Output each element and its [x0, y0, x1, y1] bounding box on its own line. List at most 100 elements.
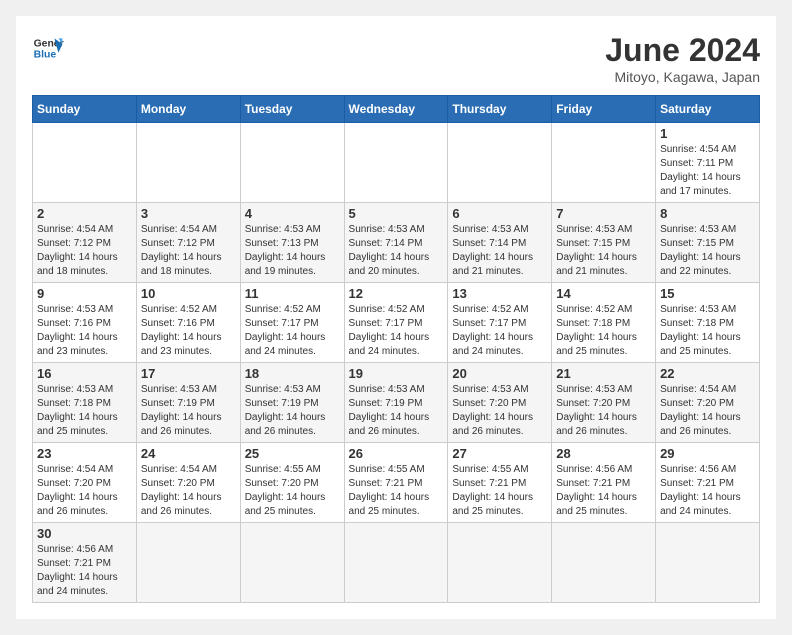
day-info: Sunrise: 4:54 AM Sunset: 7:20 PM Dayligh… [660, 383, 755, 439]
day-number: 7 [556, 206, 651, 221]
calendar-cell: 8 Sunrise: 4:53 AM Sunset: 7:15 PM Daylig… [656, 203, 760, 283]
calendar-cell: 11 Sunrise: 4:52 AM Sunset: 7:17 PM Dayli… [240, 283, 344, 363]
day-info: Sunrise: 4:56 AM Sunset: 7:21 PM Dayligh… [556, 463, 651, 519]
day-info: Sunrise: 4:55 AM Sunset: 7:20 PM Dayligh… [245, 463, 340, 519]
calendar-cell [136, 523, 240, 603]
day-number: 14 [556, 286, 651, 301]
calendar-cell: 17Sunrise: 4:53 AM Sunset: 7:19 PM Dayli… [136, 363, 240, 443]
day-info: Sunrise: 4:53 AM Sunset: 7:14 PM Dayligh… [452, 223, 547, 279]
day-number: 12 [349, 286, 444, 301]
day-number: 20 [452, 366, 547, 381]
day-number: 25 [245, 446, 340, 461]
day-info: Sunrise: 4:53 AM Sunset: 7:15 PM Dayligh… [556, 223, 651, 279]
day-number: 30 [37, 526, 132, 541]
calendar-cell [33, 123, 137, 203]
calendar-cell: 23 Sunrise: 4:54 AM Sunset: 7:20 PM Dayli… [33, 443, 137, 523]
day-number: 17 [141, 366, 236, 381]
calendar-cell [552, 123, 656, 203]
calendar-header-sunday: Sunday [33, 96, 137, 123]
day-number: 23 [37, 446, 132, 461]
calendar-header-tuesday: Tuesday [240, 96, 344, 123]
calendar-cell [344, 123, 448, 203]
calendar-cell [240, 523, 344, 603]
calendar-cell: 1 Sunrise: 4:54 AM Sunset: 7:11 PM Daylig… [656, 123, 760, 203]
day-number: 8 [660, 206, 755, 221]
day-info: Sunrise: 4:54 AM Sunset: 7:20 PM Dayligh… [37, 463, 132, 519]
day-number: 19 [349, 366, 444, 381]
day-number: 13 [452, 286, 547, 301]
day-info: Sunrise: 4:53 AM Sunset: 7:20 PM Dayligh… [556, 383, 651, 439]
day-number: 21 [556, 366, 651, 381]
calendar-cell [448, 523, 552, 603]
day-info: Sunrise: 4:55 AM Sunset: 7:21 PM Dayligh… [452, 463, 547, 519]
day-number: 1 [660, 126, 755, 141]
calendar-cell: 10Sunrise: 4:52 AM Sunset: 7:16 PM Dayli… [136, 283, 240, 363]
calendar-cell: 30 Sunrise: 4:56 AM Sunset: 7:21 PM Dayli… [33, 523, 137, 603]
calendar-cell [552, 523, 656, 603]
day-info: Sunrise: 4:53 AM Sunset: 7:13 PM Dayligh… [245, 223, 340, 279]
day-info: Sunrise: 4:54 AM Sunset: 7:20 PM Dayligh… [141, 463, 236, 519]
day-info: Sunrise: 4:53 AM Sunset: 7:18 PM Dayligh… [660, 303, 755, 359]
calendar-cell [448, 123, 552, 203]
location: Mitoyo, Kagawa, Japan [605, 69, 760, 85]
day-number: 11 [245, 286, 340, 301]
calendar-cell: 12 Sunrise: 4:52 AM Sunset: 7:17 PM Dayli… [344, 283, 448, 363]
logo-icon: General Blue [32, 32, 64, 64]
svg-text:Blue: Blue [34, 50, 57, 61]
calendar-header-row: SundayMondayTuesdayWednesdayThursdayFrid… [33, 96, 760, 123]
calendar-cell: 3Sunrise: 4:54 AM Sunset: 7:12 PM Daylig… [136, 203, 240, 283]
day-info: Sunrise: 4:53 AM Sunset: 7:19 PM Dayligh… [245, 383, 340, 439]
day-number: 28 [556, 446, 651, 461]
calendar-cell: 25 Sunrise: 4:55 AM Sunset: 7:20 PM Dayli… [240, 443, 344, 523]
header: General Blue June 2024 Mitoyo, Kagawa, J… [32, 32, 760, 85]
day-number: 29 [660, 446, 755, 461]
day-info: Sunrise: 4:52 AM Sunset: 7:17 PM Dayligh… [349, 303, 444, 359]
day-info: Sunrise: 4:56 AM Sunset: 7:21 PM Dayligh… [37, 543, 132, 599]
title-block: June 2024 Mitoyo, Kagawa, Japan [605, 32, 760, 85]
calendar-header-thursday: Thursday [448, 96, 552, 123]
calendar-cell: 2 Sunrise: 4:54 AM Sunset: 7:12 PM Daylig… [33, 203, 137, 283]
calendar-cell [240, 123, 344, 203]
day-number: 6 [452, 206, 547, 221]
day-info: Sunrise: 4:53 AM Sunset: 7:15 PM Dayligh… [660, 223, 755, 279]
day-info: Sunrise: 4:56 AM Sunset: 7:21 PM Dayligh… [660, 463, 755, 519]
day-number: 15 [660, 286, 755, 301]
calendar-header-monday: Monday [136, 96, 240, 123]
day-number: 10 [141, 286, 236, 301]
day-info: Sunrise: 4:52 AM Sunset: 7:17 PM Dayligh… [245, 303, 340, 359]
calendar-cell: 28 Sunrise: 4:56 AM Sunset: 7:21 PM Dayli… [552, 443, 656, 523]
day-info: Sunrise: 4:53 AM Sunset: 7:19 PM Dayligh… [349, 383, 444, 439]
calendar-cell: 20Sunrise: 4:53 AM Sunset: 7:20 PM Dayli… [448, 363, 552, 443]
day-number: 4 [245, 206, 340, 221]
calendar-cell: 7 Sunrise: 4:53 AM Sunset: 7:15 PM Daylig… [552, 203, 656, 283]
day-info: Sunrise: 4:53 AM Sunset: 7:14 PM Dayligh… [349, 223, 444, 279]
calendar-cell: 22 Sunrise: 4:54 AM Sunset: 7:20 PM Dayli… [656, 363, 760, 443]
calendar-cell: 14 Sunrise: 4:52 AM Sunset: 7:18 PM Dayli… [552, 283, 656, 363]
page: General Blue June 2024 Mitoyo, Kagawa, J… [16, 16, 776, 619]
calendar-cell: 9Sunrise: 4:53 AM Sunset: 7:16 PM Daylig… [33, 283, 137, 363]
day-number: 24 [141, 446, 236, 461]
day-info: Sunrise: 4:52 AM Sunset: 7:17 PM Dayligh… [452, 303, 547, 359]
day-number: 3 [141, 206, 236, 221]
day-number: 2 [37, 206, 132, 221]
month-title: June 2024 [605, 32, 760, 69]
calendar-header-saturday: Saturday [656, 96, 760, 123]
calendar-cell [344, 523, 448, 603]
calendar-week-1: 2 Sunrise: 4:54 AM Sunset: 7:12 PM Daylig… [33, 203, 760, 283]
calendar-cell: 18Sunrise: 4:53 AM Sunset: 7:19 PM Dayli… [240, 363, 344, 443]
calendar-cell: 6 Sunrise: 4:53 AM Sunset: 7:14 PM Daylig… [448, 203, 552, 283]
day-info: Sunrise: 4:52 AM Sunset: 7:18 PM Dayligh… [556, 303, 651, 359]
calendar-cell: 24 Sunrise: 4:54 AM Sunset: 7:20 PM Dayli… [136, 443, 240, 523]
calendar-cell [656, 523, 760, 603]
calendar-week-0: 1 Sunrise: 4:54 AM Sunset: 7:11 PM Daylig… [33, 123, 760, 203]
day-info: Sunrise: 4:54 AM Sunset: 7:11 PM Dayligh… [660, 143, 755, 199]
day-number: 27 [452, 446, 547, 461]
day-info: Sunrise: 4:54 AM Sunset: 7:12 PM Dayligh… [37, 223, 132, 279]
day-number: 22 [660, 366, 755, 381]
calendar-week-2: 9Sunrise: 4:53 AM Sunset: 7:16 PM Daylig… [33, 283, 760, 363]
calendar-cell: 21 Sunrise: 4:53 AM Sunset: 7:20 PM Dayli… [552, 363, 656, 443]
calendar-cell: 27 Sunrise: 4:55 AM Sunset: 7:21 PM Dayli… [448, 443, 552, 523]
calendar-cell [136, 123, 240, 203]
day-info: Sunrise: 4:53 AM Sunset: 7:18 PM Dayligh… [37, 383, 132, 439]
calendar-header-wednesday: Wednesday [344, 96, 448, 123]
